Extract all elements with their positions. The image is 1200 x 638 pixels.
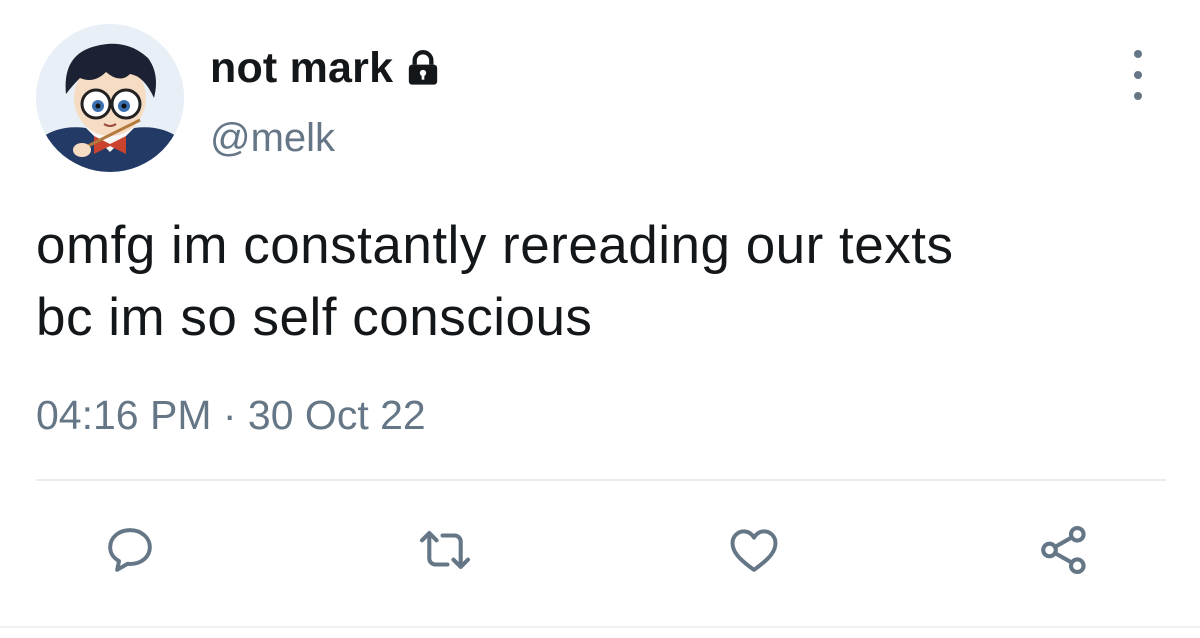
more-options-button[interactable] [1118,50,1158,100]
like-button[interactable] [724,520,784,580]
divider [36,479,1166,481]
action-bar [0,510,1200,590]
share-button[interactable] [1034,520,1094,580]
tweet-text-line: omfg im constantly rereading our texts [36,216,954,275]
lock-icon [403,48,443,88]
reply-button[interactable] [100,520,160,580]
tweet-text-line: bc im so self conscious [36,288,593,347]
avatar[interactable] [36,24,184,172]
ellipsis-dot [1134,71,1142,79]
heart-icon [730,529,778,572]
tweet-text: omfg im constantly rereading our texts b… [36,210,1166,354]
handle[interactable]: @melk [210,116,335,161]
speech-bubble-icon [108,528,152,572]
tweet-card: not mark @melk omfg im constantly reread… [0,0,1200,638]
share-nodes-icon [1041,525,1086,575]
retweet-button[interactable] [415,520,475,580]
bottom-border [0,626,1200,628]
display-name[interactable]: not mark [210,44,393,93]
vertical-ellipsis-icon [1134,50,1142,58]
timestamp[interactable]: 04:16 PM · 30 Oct 22 [36,392,426,439]
ellipsis-dot [1134,92,1142,100]
author-name-row: not mark [210,40,443,96]
avatar-image [36,24,184,172]
retweet-arrows-icon [419,531,471,569]
